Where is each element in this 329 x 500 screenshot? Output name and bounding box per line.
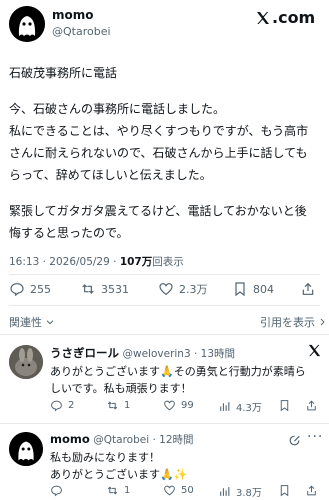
bookmark-count: 804	[253, 282, 274, 296]
view-quotes-link[interactable]: 引用を表示	[260, 314, 327, 330]
tweet-para-4a: 緊張してガタガタ震えてるけど、電話しておかないと後	[9, 204, 307, 218]
view-quotes-label: 引用を表示	[260, 316, 315, 329]
reply-1-reply-count: 2	[68, 400, 75, 411]
author-handle[interactable]: @Qtarobei	[52, 25, 111, 38]
tweet-para-3c: らって、辞めてほしいと伝えました。	[9, 168, 212, 182]
reply-2-avatar[interactable]	[9, 432, 43, 466]
share-icon	[302, 282, 314, 295]
retweet-count: 3531	[101, 282, 129, 296]
x-icon	[257, 11, 269, 24]
reply-2-more-button[interactable]: ···	[307, 429, 323, 445]
reply-2-views-button[interactable]: 3.8万	[218, 484, 262, 499]
reply-1-like-count: 99	[181, 400, 194, 411]
reply-2-text-1: 私も励みになります！	[50, 451, 160, 464]
reply-2-like-count: 50	[181, 485, 194, 496]
reply-2-name[interactable]: momo	[50, 432, 90, 446]
reply-2-header: momo @Qtarobei · 12時間	[50, 432, 194, 447]
reply-1-views-count: 4.3万	[236, 403, 262, 414]
edit-icon	[289, 435, 300, 446]
like-count: 2.3万	[179, 283, 208, 296]
divider	[0, 334, 329, 335]
heart-icon	[164, 400, 175, 411]
reply-1-text-1: ありがとうございます🙏その勇気と行動力が素晴ら	[50, 365, 306, 378]
tweet-timestamp[interactable]: 16:13 · 2026/05/29 ·	[9, 256, 120, 268]
reply-2-retweet-button[interactable]: 1	[106, 484, 130, 497]
reply-2-share-button[interactable]	[305, 484, 318, 497]
heart-icon	[164, 485, 175, 496]
reply-1-bookmark-button[interactable]	[278, 399, 291, 412]
reply-button[interactable]: 255	[9, 281, 51, 297]
share-icon	[307, 485, 316, 496]
x-logo: .com	[255, 8, 315, 27]
reply-1-header: うさぎロール @weloverin3 · 13時間	[50, 345, 235, 361]
reply-icon	[51, 485, 62, 497]
reply-icon	[10, 283, 24, 297]
reply-1-handle[interactable]: @weloverin3 · 13時間	[123, 348, 236, 360]
divider	[9, 274, 320, 275]
reply-2-retweet-count: 1	[124, 485, 131, 496]
reply-2-text-2: ありがとうございます🙏✨	[50, 468, 188, 481]
reply-1-share-button[interactable]	[305, 399, 318, 412]
reply-1-text-2: しいです。私も頑張ります！	[50, 382, 192, 395]
tweet-meta: 16:13 · 2026/05/29 · 107万回表示	[9, 254, 184, 269]
avatar[interactable]	[9, 6, 45, 42]
tweet-para-3b: さんに耐えられないので、石破さんから上手に話しても	[9, 146, 308, 160]
retweet-button[interactable]: 3531	[80, 281, 129, 297]
retweet-icon	[107, 486, 118, 495]
bookmark-icon	[235, 282, 245, 297]
tweet-para-3a: 私にできることは、やり尽くすつもりですが、もう高市	[9, 124, 309, 138]
like-button[interactable]: 2.3万	[158, 281, 208, 297]
share-icon	[307, 400, 316, 411]
reply-1-name[interactable]: うさぎロール	[50, 346, 119, 360]
reply-count: 255	[30, 282, 51, 296]
retweet-icon	[107, 401, 118, 410]
bookmark-icon	[280, 485, 289, 497]
bookmark-icon	[280, 400, 289, 412]
more-icon: ···	[307, 429, 324, 445]
divider	[9, 305, 320, 306]
sort-relevance-label: 関連性	[9, 316, 42, 329]
reply-2-handle[interactable]: @Qtarobei · 12時間	[93, 434, 193, 446]
reply-1-retweet-count: 1	[124, 400, 131, 411]
view-label: 回表示	[152, 256, 184, 268]
views-icon	[220, 487, 230, 496]
divider	[0, 423, 329, 424]
reply-icon	[51, 400, 62, 412]
reply-2-bookmark-button[interactable]	[278, 484, 291, 497]
sort-relevance-dropdown[interactable]: 関連性	[9, 314, 55, 330]
reply-2-like-button[interactable]: 50	[163, 484, 194, 497]
heart-icon	[159, 283, 173, 296]
chevron-right-icon	[320, 318, 325, 326]
reply-1-views-button[interactable]: 4.3万	[218, 399, 262, 414]
bookmark-button[interactable]: 804	[232, 281, 274, 297]
view-count: 107万	[119, 256, 153, 268]
reply-1-avatar[interactable]	[9, 345, 43, 379]
reply-1-retweet-button[interactable]: 1	[106, 399, 130, 412]
tweet-para-2: 今、石破さんの事務所に電話しました。	[9, 102, 226, 116]
x-icon	[308, 344, 321, 357]
share-button[interactable]	[300, 281, 316, 297]
views-icon	[220, 402, 230, 411]
reply-2-reply-button[interactable]	[50, 484, 63, 497]
author-name[interactable]: momo	[52, 8, 94, 22]
retweet-icon	[82, 284, 94, 294]
reply-2-views-count: 3.8万	[236, 488, 262, 499]
chevron-down-icon	[46, 320, 54, 325]
reply-1-like-button[interactable]: 99	[163, 399, 194, 412]
tweet-para-4b: 悔すると思ったので。	[9, 226, 129, 240]
reply-1-reply-button[interactable]: 2	[50, 399, 74, 412]
reply-1-more-button[interactable]	[307, 343, 322, 362]
reply-2-edit-icon-wrap[interactable]	[288, 432, 301, 451]
tweet-line-1: 石破茂事務所に電話	[9, 66, 118, 80]
